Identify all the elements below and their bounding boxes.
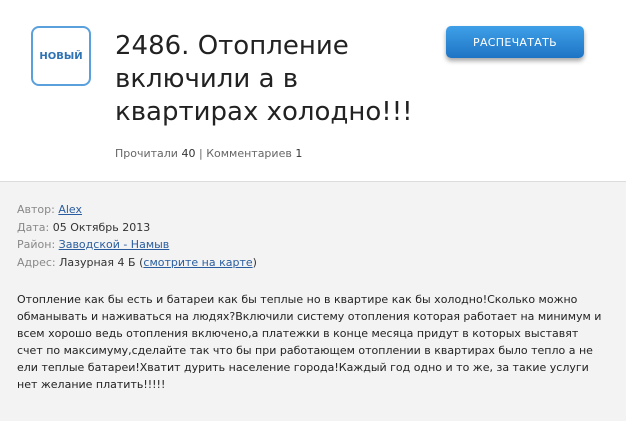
print-button[interactable]: РАСПЕЧАТАТЬ [446,26,584,58]
address-value: Лазурная 4 Б [59,255,136,269]
map-close-paren: ) [252,255,257,269]
stats-separator: | [198,147,203,160]
address-label: Адрес: [17,255,56,269]
read-label: Прочитали [115,147,178,160]
read-count: 40 [181,147,196,160]
district-link[interactable]: Заводской - Намыв [59,238,170,251]
stats-line: Прочитали 40 | Комментариев 1 [115,147,302,160]
map-link[interactable]: смотрите на карте [143,256,252,269]
comments-count: 1 [295,147,303,160]
address-row: Адрес: Лазурная 4 Б (смотрите на карте) [17,254,257,272]
district-label: Район: [17,238,56,251]
district-row: Район: Заводской - Намыв [17,236,257,254]
author-row: Автор: Alex [17,201,257,219]
date-label: Дата: [17,220,50,234]
author-label: Автор: [17,203,55,216]
page-title: 2486. Отопление включили а в квартирах х… [115,31,413,127]
details-panel: Автор: Alex Дата: 05 Октябрь 2013 Район:… [0,181,626,421]
complaint-text: Отопление как бы есть и батареи как бы т… [17,293,602,391]
comments-label: Комментариев [206,147,292,160]
status-label: НОВЫЙ [39,50,83,62]
meta-block: Автор: Alex Дата: 05 Октябрь 2013 Район:… [17,201,257,271]
date-row: Дата: 05 Октябрь 2013 [17,219,257,237]
date-value: 05 Октябрь 2013 [52,220,151,234]
author-link[interactable]: Alex [58,203,82,216]
status-badge: НОВЫЙ [31,26,91,86]
